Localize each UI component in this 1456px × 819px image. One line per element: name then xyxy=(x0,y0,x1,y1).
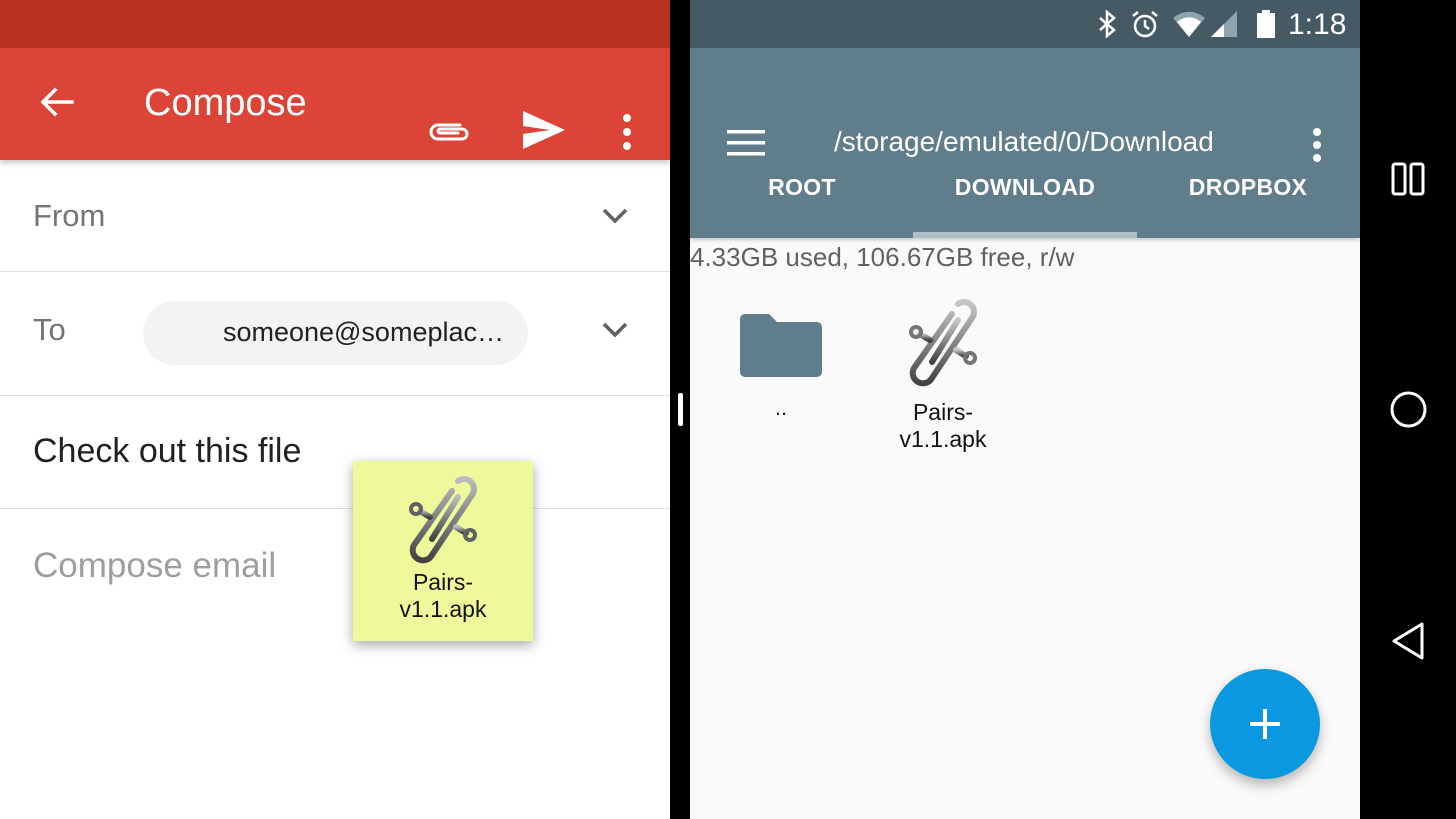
file-item-name: .. xyxy=(774,395,788,420)
gmail-compose-pane: Compose From To someone@someplac… Check … xyxy=(0,0,670,819)
add-fab-button[interactable] xyxy=(1210,669,1320,779)
apk-clip-icon xyxy=(409,476,477,564)
to-field[interactable]: To someone@someplac… xyxy=(0,272,670,396)
file-item-name-line2: v1.1.apk xyxy=(899,426,987,452)
divider-handle[interactable] xyxy=(678,393,683,426)
file-item-name: Pairs- v1.1.apk xyxy=(858,399,1028,453)
chevron-down-icon[interactable] xyxy=(600,320,630,340)
chevron-down-icon[interactable] xyxy=(600,206,630,226)
recipient-chip[interactable]: someone@someplac… xyxy=(143,301,528,365)
split-screen-divider[interactable] xyxy=(670,0,690,819)
wifi-icon xyxy=(1173,11,1205,38)
tab-download[interactable]: DOWNLOAD xyxy=(913,174,1137,201)
add-icon xyxy=(1250,709,1280,739)
send-icon[interactable] xyxy=(520,108,568,152)
to-label: To xyxy=(33,312,66,347)
clock: 1:18 xyxy=(1288,8,1347,41)
file-item-name-line1: Pairs- xyxy=(912,399,974,425)
from-label: From xyxy=(33,198,106,233)
status-bar-left xyxy=(0,0,670,48)
location-tabs: ROOT DOWNLOAD DROPBOX xyxy=(690,142,1360,238)
compose-title: Compose xyxy=(144,82,307,124)
storage-info: 4.33GB used, 106.67GB free, r/w xyxy=(690,242,1075,272)
folder-icon xyxy=(740,314,822,377)
subject-field[interactable]: Check out this file xyxy=(0,396,670,509)
more-vert-icon[interactable] xyxy=(612,112,642,152)
dragged-file-name: Pairs- v1.1.apk xyxy=(353,569,533,623)
dragged-file-shadow[interactable]: Pairs- v1.1.apk xyxy=(353,461,533,641)
bluetooth-icon xyxy=(1099,10,1116,38)
back-icon[interactable] xyxy=(1391,621,1425,661)
dragged-file-name-line2: v1.1.apk xyxy=(399,596,487,622)
status-bar: 1:18 xyxy=(690,0,1360,48)
alarm-icon xyxy=(1132,11,1158,38)
cell-signal-icon xyxy=(1211,11,1237,37)
home-icon[interactable] xyxy=(1390,391,1427,428)
attachment-icon[interactable] xyxy=(424,117,472,147)
system-nav-bar xyxy=(1360,0,1456,819)
battery-icon xyxy=(1257,10,1275,38)
dragged-file-name-line1: Pairs- xyxy=(412,569,474,595)
tab-dropbox[interactable]: DROPBOX xyxy=(1136,174,1360,201)
compose-app-bar: Compose xyxy=(0,48,670,160)
from-field[interactable]: From xyxy=(0,160,670,272)
file-item-apk[interactable]: Pairs- v1.1.apk xyxy=(858,298,1028,453)
tab-root[interactable]: ROOT xyxy=(690,174,914,201)
active-tab-indicator xyxy=(913,232,1137,238)
recipient-chip-text: someone@someplac… xyxy=(222,317,504,347)
file-item-parent-folder[interactable]: .. xyxy=(696,304,866,421)
arrow-back-icon[interactable] xyxy=(36,82,76,122)
subject-input[interactable]: Check out this file xyxy=(33,432,301,471)
apk-clip-icon xyxy=(909,299,977,387)
file-manager-pane: 1:18 /storage/emulated/0/Download ROOT D… xyxy=(690,0,1360,819)
compose-body-input[interactable]: Compose email xyxy=(33,546,276,586)
recents-icon[interactable] xyxy=(1391,162,1425,196)
